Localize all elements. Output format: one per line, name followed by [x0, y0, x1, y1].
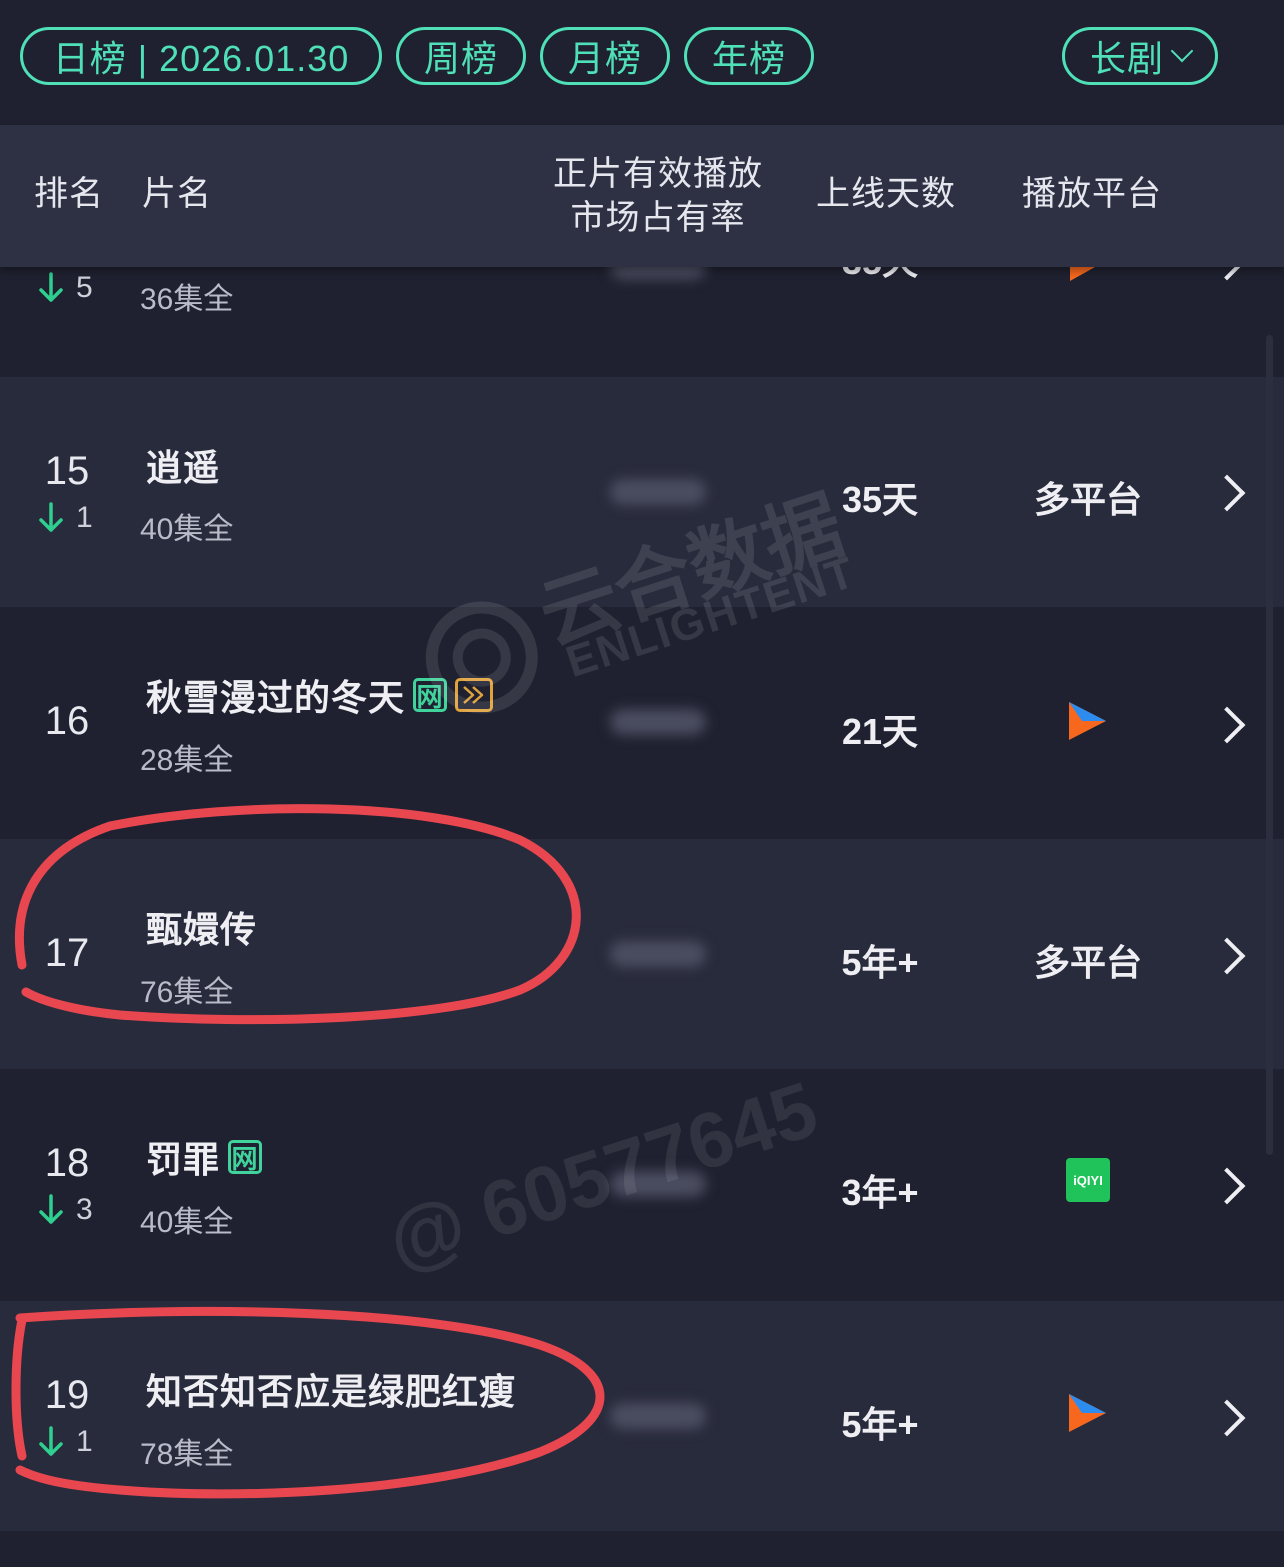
platform-label: 多平台 [1033, 942, 1142, 983]
platform-label: 多平台 [1033, 479, 1142, 520]
rank-change: 1 [38, 1425, 93, 1459]
drama-title-text: 秋雪漫过的冬天 [146, 677, 406, 718]
column-header-market-share-line1: 正片有效播放 [553, 155, 763, 193]
category-dropdown[interactable]: 长剧 [1062, 27, 1218, 85]
drama-title-text: 知否知否应是绿肥红瘦 [146, 1371, 517, 1412]
rank-number: 15 [44, 449, 90, 493]
column-header-platform: 播放平台 [1022, 175, 1162, 213]
market-share-blurred [610, 709, 706, 735]
tencent-video-icon [1069, 1394, 1106, 1432]
chevron-down-icon [1170, 39, 1194, 63]
daily-chart-tab[interactable]: 日榜 | 2026.01.30 [20, 27, 382, 85]
yearly-chart-label: 年榜 [711, 38, 786, 79]
column-header-market-share-line2: 市场占有率 [570, 199, 746, 237]
arrow-down-icon [39, 1426, 63, 1456]
arrow-down-icon [39, 272, 63, 302]
column-header-market-share: 正片有效播放 市场占有率 [540, 153, 776, 239]
chevron-right-icon[interactable] [1208, 1399, 1246, 1437]
episode-count: 76集全 [140, 976, 234, 1009]
weekly-chart-label: 周榜 [423, 38, 498, 79]
rank-change-value: 5 [76, 271, 93, 304]
episode-count: 40集全 [140, 1206, 234, 1239]
yearly-chart-tab[interactable]: 年榜 [684, 27, 814, 85]
rank-number: 16 [44, 699, 90, 743]
table-row [0, 1531, 1284, 1567]
category-label: 长剧 [1089, 38, 1164, 79]
days-online: 5年+ [841, 1404, 919, 1445]
table-row[interactable]: 5 36集全 35天 [0, 241, 1284, 377]
episode-count: 28集全 [140, 744, 234, 777]
scrollbar[interactable] [1266, 335, 1273, 1155]
chevron-right-icon[interactable] [1208, 706, 1246, 744]
episode-count: 36集全 [140, 283, 234, 316]
rank-number: 19 [44, 1373, 90, 1417]
market-share-blurred [610, 1403, 706, 1429]
drama-title-text: 甄嬛传 [146, 909, 258, 950]
rank-number: 18 [44, 1141, 90, 1185]
ranking-filter-bar: 日榜 | 2026.01.30 周榜 月榜 年榜 长剧 [0, 0, 1284, 125]
arrow-down-icon [39, 1194, 63, 1224]
chevron-right-icon[interactable] [1208, 937, 1246, 975]
table-row[interactable]: 19 1 知否知否应是绿肥红瘦 78集全 5年+ [0, 1301, 1284, 1531]
days-online: 5年+ [841, 942, 919, 983]
table-row[interactable]: 17 甄嬛传 76集全 5年+ 多平台 [0, 839, 1284, 1069]
drama-title: 甄嬛传 [146, 901, 257, 953]
rank-number: 17 [44, 931, 90, 975]
table-header: 排名 片名 正片有效播放 市场占有率 上线天数 播放平台 [0, 125, 1284, 267]
daily-chart-label: 日榜 | 2026.01.30 [52, 38, 350, 79]
rank-change: 5 [38, 271, 93, 305]
market-share-blurred [610, 479, 706, 505]
table-row[interactable]: 15 1 逍遥 40集全 35天 多平台 [0, 377, 1284, 607]
column-header-title: 片名 [142, 175, 212, 213]
rank-change-value: 3 [76, 1193, 93, 1226]
monthly-chart-label: 月榜 [567, 38, 642, 79]
rank-change-value: 1 [76, 1425, 93, 1458]
drama-title-text: 罚罪 [146, 1139, 221, 1180]
rank-change: 1 [38, 501, 93, 535]
fast-forward-tag [455, 678, 494, 712]
rank-change: 3 [38, 1193, 93, 1227]
tencent-video-icon [1069, 702, 1106, 740]
market-share-blurred [610, 941, 706, 967]
drama-title: 知否知否应是绿肥红瘦 [146, 1363, 516, 1415]
rank-change-value: 1 [76, 501, 93, 534]
table-row[interactable]: 16 秋雪漫过的冬天 网 28集全 21天 [0, 607, 1284, 839]
net-drama-tag: 网 [228, 1140, 263, 1174]
market-share-blurred [610, 1171, 706, 1197]
days-online: 35天 [841, 479, 919, 520]
column-header-rank: 排名 [34, 175, 104, 213]
drama-title: 秋雪漫过的冬天 网 [146, 669, 494, 721]
arrow-down-icon [39, 502, 63, 532]
drama-title-text: 逍遥 [146, 447, 221, 488]
table-row[interactable]: 18 3 罚罪 网 40集全 3年+ iQIYI [0, 1069, 1284, 1301]
column-header-days-online: 上线天数 [816, 175, 956, 213]
episode-count: 78集全 [140, 1438, 234, 1471]
days-online: 3年+ [841, 1172, 919, 1213]
chevron-right-icon[interactable] [1208, 1167, 1246, 1205]
net-drama-tag: 网 [413, 678, 448, 712]
chevron-right-icon[interactable] [1208, 474, 1246, 512]
drama-title: 罚罪 网 [146, 1131, 263, 1183]
monthly-chart-tab[interactable]: 月榜 [540, 27, 670, 85]
drama-title: 逍遥 [146, 439, 220, 491]
episode-count: 40集全 [140, 513, 234, 546]
days-online: 21天 [841, 711, 919, 752]
fast-forward-icon [463, 686, 484, 704]
iqiyi-icon: iQIYI [1066, 1158, 1110, 1202]
weekly-chart-tab[interactable]: 周榜 [396, 27, 526, 85]
